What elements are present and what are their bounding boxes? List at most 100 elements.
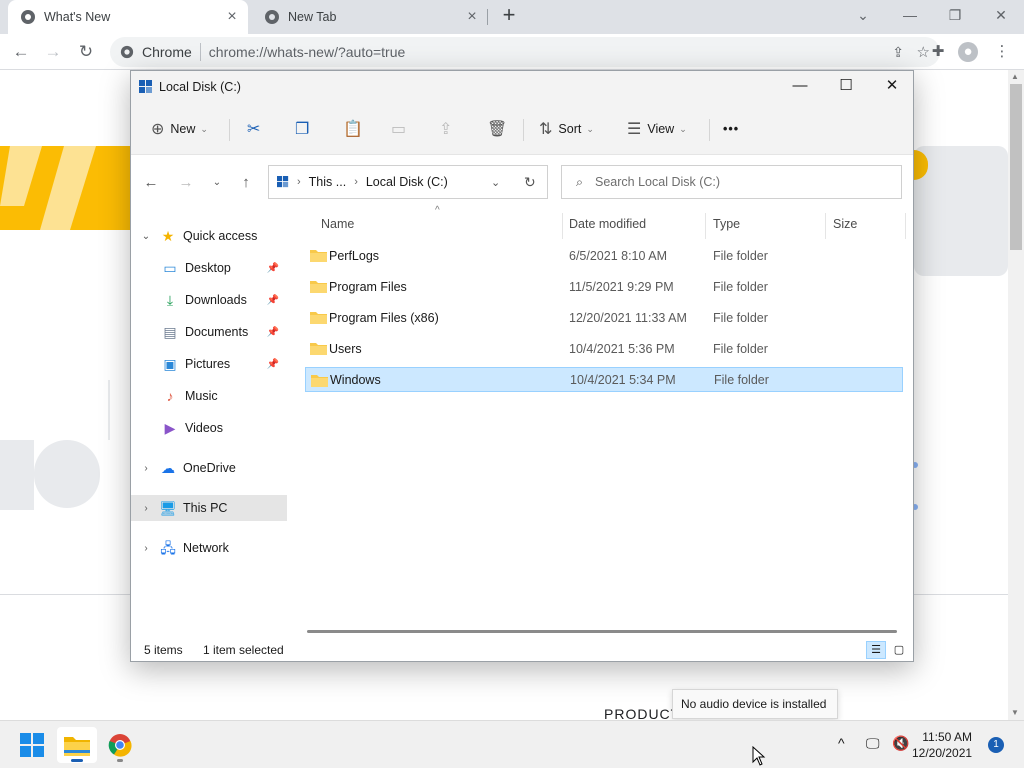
close-window-button[interactable]: ✕ xyxy=(869,71,915,101)
menu-icon[interactable]: ⋮ xyxy=(992,42,1012,62)
chevron-right-icon[interactable]: › xyxy=(139,503,153,514)
nav-documents[interactable]: ▤ Documents 📌 xyxy=(131,319,287,345)
new-button[interactable]: ⊕ New ⌄ xyxy=(151,115,208,143)
file-date: 11/5/2021 9:29 PM xyxy=(569,279,674,294)
column-divider[interactable] xyxy=(825,213,826,239)
close-icon[interactable]: × xyxy=(462,8,482,26)
new-tab-button[interactable]: + xyxy=(498,4,520,27)
breadcrumb-this-pc[interactable]: This ... xyxy=(309,175,347,189)
nav-this-pc[interactable]: › 🖥 This PC xyxy=(131,495,287,521)
folder-icon xyxy=(311,375,328,387)
search-input[interactable]: ⌕ Search Local Disk (C:) xyxy=(561,165,902,199)
up-button[interactable]: ↑ xyxy=(236,173,256,193)
column-header-date[interactable]: Date modified xyxy=(569,217,646,231)
column-divider[interactable] xyxy=(705,213,706,239)
explorer-titlebar[interactable]: Local Disk (C:) — ☐ ✕ xyxy=(131,71,913,103)
file-row-selected[interactable]: Windows 10/4/2021 5:34 PM File folder xyxy=(305,367,903,392)
scroll-down-arrow[interactable]: ▼ xyxy=(1011,708,1019,717)
file-row[interactable]: PerfLogs 6/5/2021 8:10 AM File folder xyxy=(305,243,903,268)
nav-pictures[interactable]: ▣ Pictures 📌 xyxy=(131,351,287,377)
tab-search-icon[interactable]: ⌄ xyxy=(851,4,875,26)
nav-desktop[interactable]: ▭ Desktop 📌 xyxy=(131,255,287,281)
close-window-button[interactable]: ✕ xyxy=(989,4,1013,26)
extensions-icon[interactable]: ✚ xyxy=(928,42,948,62)
sort-button[interactable]: ⇅ Sort ⌄ xyxy=(539,115,594,143)
column-header-name[interactable]: Name xyxy=(321,217,354,231)
minimize-button[interactable]: — xyxy=(777,71,823,101)
page-scroll-thumb[interactable] xyxy=(1010,84,1022,250)
cloud-icon: ☁ xyxy=(161,460,175,476)
tab-whats-new[interactable]: What's New × xyxy=(8,0,248,34)
star-icon: ★ xyxy=(161,228,175,244)
reload-button[interactable]: ↻ xyxy=(75,41,97,63)
chevron-right-icon: › xyxy=(354,176,358,188)
copy-button[interactable]: ❐ xyxy=(295,115,315,143)
tiles-view-icon[interactable]: ▢ xyxy=(889,641,909,659)
rename-button[interactable]: ▭ xyxy=(391,115,412,143)
file-row[interactable]: Program Files (x86) 12/20/2021 11:33 AM … xyxy=(305,305,903,330)
chevron-right-icon[interactable]: › xyxy=(139,463,153,474)
chevron-right-icon[interactable]: › xyxy=(139,543,153,554)
breadcrumb-local-disk[interactable]: Local Disk (C:) xyxy=(366,175,448,189)
address-bar[interactable]: Chrome chrome://whats-new/?auto=true ⇪ ☆ xyxy=(110,37,940,67)
ribbon-divider xyxy=(709,119,710,141)
banner-graphic xyxy=(0,146,130,230)
refresh-icon[interactable]: ↻ xyxy=(524,174,536,191)
file-row[interactable]: Users 10/4/2021 5:36 PM File folder xyxy=(305,336,903,361)
forward-button[interactable]: → xyxy=(42,41,64,63)
nav-quick-access[interactable]: ⌄ ★ Quick access xyxy=(131,223,287,249)
volume-muted-icon[interactable]: 🔇 xyxy=(892,735,909,752)
recent-locations-button[interactable]: ⌄ xyxy=(207,173,227,193)
more-options-button[interactable]: ••• xyxy=(723,115,739,143)
computer-icon: 🖥 xyxy=(159,500,177,516)
share-button[interactable]: ⇪ xyxy=(439,115,458,143)
tab-new-tab[interactable]: New Tab × xyxy=(252,0,488,34)
start-button[interactable] xyxy=(12,727,52,763)
share-icon[interactable]: ⇪ xyxy=(892,44,904,61)
forward-button[interactable]: → xyxy=(176,173,196,193)
search-icon: ⌕ xyxy=(576,174,584,189)
file-row[interactable]: Program Files 11/5/2021 9:29 PM File fol… xyxy=(305,274,903,299)
show-hidden-icons-button[interactable]: ^ xyxy=(838,735,845,751)
chevron-down-icon: ⌄ xyxy=(679,123,687,134)
taskbar-file-explorer[interactable] xyxy=(57,727,97,763)
horizontal-scrollbar[interactable] xyxy=(307,630,897,633)
back-button[interactable]: ← xyxy=(10,41,32,63)
profile-avatar[interactable]: ● xyxy=(958,42,978,62)
view-button[interactable]: ☰ View ⌄ xyxy=(627,115,687,143)
pin-icon[interactable]: 📌 xyxy=(267,359,279,370)
nav-videos[interactable]: ▶ Videos xyxy=(131,415,287,441)
pin-icon[interactable]: 📌 xyxy=(267,327,279,338)
notification-badge[interactable]: 1 xyxy=(988,737,1004,753)
column-header-size[interactable]: Size xyxy=(833,217,857,231)
details-view-icon[interactable]: ☰ xyxy=(866,641,886,659)
network-icon[interactable]: 🖵 xyxy=(866,735,880,752)
scroll-up-arrow[interactable]: ▲ xyxy=(1011,72,1019,81)
pin-icon[interactable]: 📌 xyxy=(267,295,279,306)
taskbar-chrome[interactable] xyxy=(100,727,140,763)
maximize-button[interactable]: ☐ xyxy=(823,71,869,101)
ribbon-divider xyxy=(229,119,230,141)
back-button[interactable]: ← xyxy=(141,173,161,193)
nav-network[interactable]: › 🖧 Network xyxy=(131,535,287,561)
restore-button[interactable]: ❐ xyxy=(943,4,967,26)
explorer-address-bar[interactable]: › This ... › Local Disk (C:) ⌄ ↻ xyxy=(268,165,548,199)
paste-button[interactable]: 📋 xyxy=(343,115,369,143)
minimize-button[interactable]: — xyxy=(898,4,922,26)
nav-label: Music xyxy=(185,389,218,403)
view-label: View xyxy=(647,122,675,136)
nav-downloads[interactable]: ⤓ Downloads 📌 xyxy=(131,287,287,313)
clock[interactable]: 11:50 AM 12/20/2021 xyxy=(912,729,972,761)
column-divider[interactable] xyxy=(905,213,906,239)
new-label: New xyxy=(170,122,196,136)
nav-music[interactable]: ♪ Music xyxy=(131,383,287,409)
chevron-down-icon[interactable]: ⌄ xyxy=(139,231,153,242)
close-icon[interactable]: × xyxy=(222,8,242,26)
column-header-type[interactable]: Type xyxy=(713,217,740,231)
cut-button[interactable]: ✂ xyxy=(247,115,266,143)
address-dropdown-icon[interactable]: ⌄ xyxy=(491,176,500,189)
delete-button[interactable]: 🗑 xyxy=(487,115,513,143)
column-divider[interactable] xyxy=(562,213,563,239)
nav-onedrive[interactable]: › ☁ OneDrive xyxy=(131,455,287,481)
pin-icon[interactable]: 📌 xyxy=(267,263,279,274)
